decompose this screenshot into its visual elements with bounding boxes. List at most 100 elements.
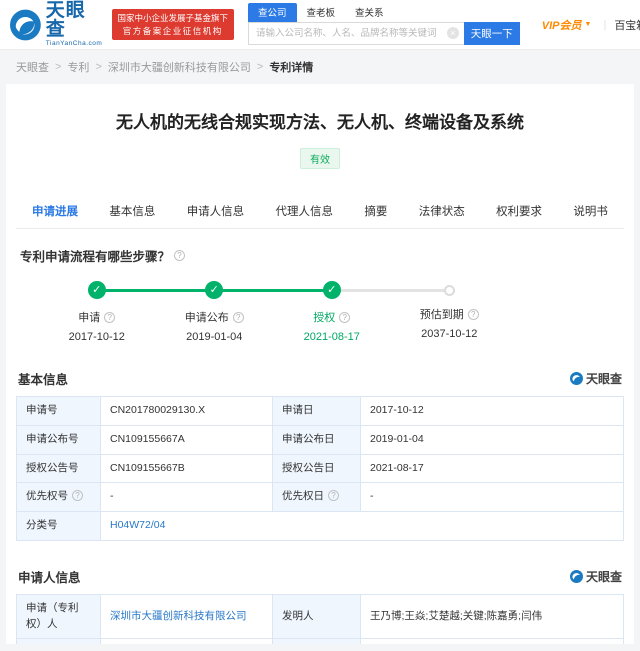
field-value: CN109155667A — [101, 425, 273, 454]
search-input[interactable] — [248, 22, 464, 45]
tab-basic-info[interactable]: 基本信息 — [103, 194, 161, 228]
patent-timeline: ✓ 申请? 2017-10-12 ✓ 申请公布? 2019-01-04 ✓ 授权… — [38, 281, 508, 343]
field-label: 授权公告号 — [17, 454, 101, 483]
breadcrumb-separator: > — [55, 61, 61, 73]
search-tab-relation[interactable]: 查关系 — [345, 3, 394, 22]
breadcrumb-separator: > — [95, 61, 101, 73]
field-label: 申请日 — [273, 397, 361, 426]
field-value: 深圳市大疆创新科技有限公司 — [101, 594, 273, 639]
patent-title: 无人机的无线合规实现方法、无人机、终端设备及系统 — [16, 84, 624, 133]
table-row: 申请（专利权）人 深圳市大疆创新科技有限公司 发明人 王乃博;王焱;艾楚越;关键… — [17, 594, 624, 639]
tianyancha-logo-icon — [570, 372, 583, 385]
detail-tabs: 申请进展 基本信息 申请人信息 代理人信息 摘要 法律状态 权利要求 说明书 — [16, 194, 624, 229]
gov-badge-line1: 国家中小企业发展子基金旗下 — [118, 12, 229, 24]
search-tabs: 查公司 查老板 查关系 — [248, 5, 520, 22]
classification-link[interactable]: H04W72/04 — [110, 519, 165, 531]
patent-detail-card: 无人机的无线合规实现方法、无人机、终端设备及系统 有效 申请进展 基本信息 申请… — [6, 84, 634, 644]
table-row: 申请号 CN201780029130.X 申请日 2017-10-12 — [17, 397, 624, 426]
breadcrumb-patent[interactable]: 专利 — [67, 59, 89, 75]
tianyancha-watermark: 天眼查 — [570, 568, 622, 585]
timeline-date: 2019-01-04 — [156, 331, 274, 343]
table-row: 授权公告号 CN109155667B 授权公告日 2021-08-17 — [17, 454, 624, 483]
help-icon[interactable]: ? — [468, 309, 479, 320]
field-value: 2021-08-17 — [361, 454, 624, 483]
breadcrumb: 天眼查 > 专利 > 深圳市大疆创新科技有限公司 > 专利详情 — [0, 50, 640, 84]
tab-application-progress[interactable]: 申请进展 — [26, 194, 84, 228]
help-icon[interactable]: ? — [174, 250, 185, 261]
field-label: 发明人 — [273, 594, 361, 639]
check-icon: ✓ — [88, 281, 106, 299]
check-icon: ✓ — [205, 281, 223, 299]
help-icon[interactable]: ? — [328, 490, 339, 501]
field-label: 优先权日? — [273, 483, 361, 512]
field-label: 申请（专利权）人 — [17, 594, 101, 639]
tab-legal-status[interactable]: 法律状态 — [413, 194, 471, 228]
gov-badge-line2: 官方备案企业征信机构 — [118, 25, 229, 37]
check-icon: ✓ — [323, 281, 341, 299]
table-row: 分类号 H04W72/04 — [17, 512, 624, 541]
field-value: CN109155667B — [101, 454, 273, 483]
breadcrumb-home[interactable]: 天眼查 — [16, 59, 49, 75]
timeline-date: 2037-10-12 — [391, 328, 509, 340]
field-label: 分类号 — [17, 512, 101, 541]
field-label: 优先权号? — [17, 483, 101, 512]
applicant-info-heading: 申请人信息 — [18, 567, 81, 586]
chevron-down-icon: ▼ — [585, 21, 592, 28]
breadcrumb-separator: > — [257, 61, 263, 73]
timeline-step-expiry: 预估到期? 2037-10-12 — [391, 281, 509, 343]
field-label: 申请公布号 — [17, 425, 101, 454]
field-value: 王乃博;王焱;艾楚越;关键;陈嘉勇;闫伟 — [361, 594, 624, 639]
help-icon[interactable]: ? — [72, 490, 83, 501]
field-value: CN201780029130.X — [101, 397, 273, 426]
search-tab-boss[interactable]: 查老板 — [297, 3, 346, 22]
basic-info-heading: 基本信息 — [18, 369, 68, 388]
clear-icon[interactable]: × — [447, 27, 459, 39]
table-row: 优先权号? - 优先权日? - — [17, 483, 624, 512]
table-row: 申请公布号 CN109155667A 申请公布日 2019-01-04 — [17, 425, 624, 454]
divider: | — [603, 19, 606, 31]
field-value: - — [101, 483, 273, 512]
timeline-date: 2017-10-12 — [38, 331, 156, 343]
field-value: 2017-10-12 — [361, 397, 624, 426]
tab-agent-info[interactable]: 代理人信息 — [270, 194, 340, 228]
field-label: 授权公告日 — [273, 454, 361, 483]
field-label: 申请号 — [17, 397, 101, 426]
tab-claims[interactable]: 权利要求 — [490, 194, 548, 228]
field-value: 广东省深圳市南山区高新区南区粤兴一道9号香港科大深圳产学研大楼6楼 — [101, 639, 273, 644]
logo-domain: TianYanCha.com — [46, 41, 104, 48]
tianyancha-logo[interactable]: 天眼查 TianYanCha.com — [10, 1, 104, 48]
tab-description[interactable]: 说明书 — [567, 194, 614, 228]
site-header: 天眼查 TianYanCha.com 国家中小企业发展子基金旗下 官方备案企业征… — [0, 0, 640, 50]
toolbox-link[interactable]: 百宝箱 — [614, 17, 640, 33]
header-search: 查公司 查老板 查关系 × 天眼一下 — [248, 5, 520, 45]
applicant-info-table: 申请（专利权）人 深圳市大疆创新科技有限公司 发明人 王乃博;王焱;艾楚越;关键… — [16, 594, 624, 644]
tianyancha-logo-icon — [10, 9, 41, 41]
search-tab-company[interactable]: 查公司 — [248, 3, 297, 22]
field-value: 2019-01-04 — [361, 425, 624, 454]
field-label: 地址 — [17, 639, 101, 644]
applicant-company-link[interactable]: 深圳市大疆创新科技有限公司 — [110, 610, 247, 622]
basic-info-table: 申请号 CN201780029130.X 申请日 2017-10-12 申请公布… — [16, 396, 624, 541]
tab-applicant-info[interactable]: 申请人信息 — [181, 194, 251, 228]
gov-certification-badge: 国家中小企业发展子基金旗下 官方备案企业征信机构 — [112, 9, 235, 40]
logo-name: 天眼查 — [46, 1, 104, 39]
field-value: - — [361, 483, 624, 512]
search-button[interactable]: 天眼一下 — [464, 22, 520, 45]
vip-member-link[interactable]: VIP会员 — [542, 17, 582, 33]
timeline-date: 2021-08-17 — [273, 331, 391, 343]
breadcrumb-current: 专利详情 — [269, 59, 313, 75]
table-row: 地址 广东省深圳市南山区高新区南区粤兴一道9号香港科大深圳产学研大楼6楼 邮编 … — [17, 639, 624, 644]
tianyancha-watermark: 天眼查 — [570, 370, 622, 387]
flow-heading: 专利申请流程有哪些步骤？ ? — [20, 246, 620, 265]
tab-abstract[interactable]: 摘要 — [358, 194, 393, 228]
field-value: 518057 — [361, 639, 624, 644]
status-badge: 有效 — [300, 148, 340, 169]
breadcrumb-company[interactable]: 深圳市大疆创新科技有限公司 — [108, 59, 251, 75]
field-value: H04W72/04 — [101, 512, 624, 541]
tianyancha-logo-icon — [570, 570, 583, 583]
field-label: 申请公布日 — [273, 425, 361, 454]
help-icon[interactable]: ? — [233, 312, 244, 323]
help-icon[interactable]: ? — [104, 312, 115, 323]
help-icon[interactable]: ? — [339, 312, 350, 323]
pending-dot-icon — [444, 285, 455, 296]
